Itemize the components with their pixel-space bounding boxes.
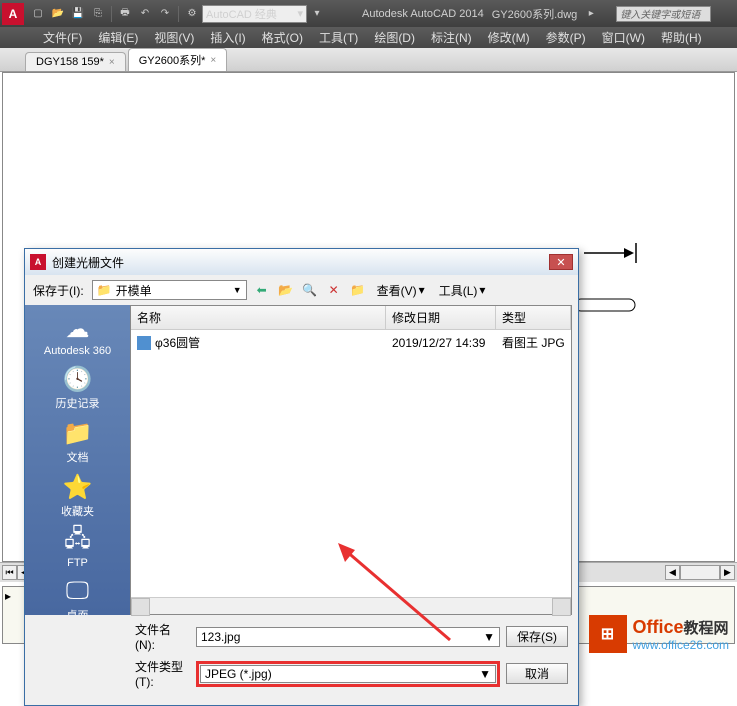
menu-file[interactable]: 文件(F): [35, 29, 90, 46]
menu-parametric[interactable]: 参数(P): [538, 29, 594, 46]
save-button[interactable]: 保存(S): [506, 626, 568, 647]
sidebar-item-favorites[interactable]: ⭐ 收藏夹: [29, 469, 126, 521]
column-name[interactable]: 名称: [131, 306, 386, 329]
tools-button[interactable]: 工具(L) ▾: [435, 281, 490, 300]
command-icon: ▸: [5, 589, 21, 605]
column-type[interactable]: 类型: [496, 306, 571, 329]
drawing-arrow-shape: [584, 243, 639, 263]
tab-close-icon[interactable]: ×: [109, 57, 115, 68]
watermark-url: www.office26.com: [633, 638, 730, 652]
chevron-down-icon: ▼: [483, 630, 495, 644]
dialog-close-button[interactable]: ✕: [549, 254, 573, 270]
menu-dimension[interactable]: 标注(N): [423, 29, 480, 46]
menu-format[interactable]: 格式(O): [254, 29, 311, 46]
chevron-down-icon: ▾: [419, 283, 425, 297]
chevron-down-icon: ▾: [479, 283, 485, 297]
delete-button[interactable]: ✕: [325, 281, 343, 299]
jpg-file-icon: [137, 336, 151, 350]
office-logo-icon: ⊞: [589, 615, 627, 653]
workspace-selector[interactable]: AutoCAD 经典 ▾: [202, 5, 307, 23]
app-icon[interactable]: A: [2, 3, 24, 25]
doc-filename: GY2600系列.dwg: [492, 6, 578, 22]
folder-selector[interactable]: 📁 开模单 ▼: [92, 280, 247, 300]
filename-input[interactable]: 123.jpg ▼: [196, 627, 500, 647]
scroll-thumb[interactable]: [680, 565, 720, 580]
scroll-right-button[interactable]: ▶: [720, 565, 735, 580]
menu-insert[interactable]: 插入(I): [202, 29, 253, 46]
filetype-selector[interactable]: JPEG (*.jpg) ▼: [200, 665, 496, 683]
help-search-input[interactable]: 键入关键字或短语: [616, 6, 711, 22]
horizontal-scrollbar[interactable]: [131, 597, 571, 614]
qat-saveas-icon[interactable]: ⎘: [90, 6, 106, 22]
cloud-icon: ☁: [62, 313, 94, 345]
menu-modify[interactable]: 修改(M): [480, 29, 538, 46]
scroll-left-button[interactable]: ◀: [665, 565, 680, 580]
dialog-app-icon: A: [30, 254, 46, 270]
sidebar-item-history[interactable]: 🕓 历史记录: [29, 361, 126, 413]
chevron-down-icon: ▾: [297, 7, 303, 20]
dialog-titlebar[interactable]: A 创建光栅文件 ✕: [25, 249, 578, 275]
title-dropdown-icon[interactable]: ▸: [583, 6, 599, 22]
dialog-title: 创建光栅文件: [52, 254, 124, 271]
sidebar-item-documents[interactable]: 📁 文档: [29, 415, 126, 467]
titlebar: A ▢ 📂 💾 ⎘ 🖶 ↶ ↷ ⚙ AutoCAD 经典 ▾ ▾ Autodes…: [0, 0, 737, 27]
menu-help[interactable]: 帮助(H): [653, 29, 710, 46]
history-icon: 🕓: [62, 363, 94, 395]
qat-redo-icon[interactable]: ↷: [157, 6, 173, 22]
desktop-icon: 🖵: [62, 575, 94, 607]
file-list[interactable]: 名称 修改日期 类型 φ36圆管 2019/12/27 14:39 看图王 JP…: [130, 305, 572, 615]
menu-tools[interactable]: 工具(T): [311, 29, 366, 46]
new-folder-button[interactable]: 📁: [349, 281, 367, 299]
view-button[interactable]: 查看(V) ▾: [373, 281, 429, 300]
file-row[interactable]: φ36圆管 2019/12/27 14:39 看图王 JPG: [131, 330, 571, 355]
qat-gear-icon[interactable]: ⚙: [184, 6, 200, 22]
qat-undo-icon[interactable]: ↶: [137, 6, 153, 22]
filetype-label: 文件类型(T):: [135, 658, 190, 689]
save-in-label: 保存于(I):: [33, 282, 84, 299]
dialog-footer: 文件名(N): 123.jpg ▼ 保存(S) 文件类型(T): JPEG (*…: [25, 615, 578, 705]
folder-icon: 📁: [97, 283, 112, 297]
places-sidebar: ☁ Autodesk 360 🕓 历史记录 📁 文档 ⭐ 收藏夹 🖧: [25, 305, 130, 615]
drawing-canvas[interactable]: A 创建光栅文件 ✕ 保存于(I): 📁 开模单 ▼ ⬅ 📂 🔍 ✕ 📁 查看(…: [2, 72, 735, 562]
app-title: Autodesk AutoCAD 2014: [362, 8, 484, 20]
tab-first-button[interactable]: ⏮: [2, 565, 17, 580]
folder-icon: 📁: [62, 417, 94, 449]
menu-view[interactable]: 视图(V): [146, 29, 202, 46]
qat-dropdown-icon[interactable]: ▾: [309, 6, 325, 22]
file-list-header: 名称 修改日期 类型: [131, 306, 571, 330]
menu-draw[interactable]: 绘图(D): [366, 29, 423, 46]
watermark: ⊞ Office教程网 www.office26.com: [589, 615, 730, 653]
sidebar-item-desktop[interactable]: 🖵 桌面: [29, 573, 126, 615]
qat-print-icon[interactable]: 🖶: [117, 6, 133, 22]
sidebar-item-ftp[interactable]: 🖧 FTP: [29, 523, 126, 571]
qat-new-icon[interactable]: ▢: [30, 6, 46, 22]
menu-edit[interactable]: 编辑(E): [90, 29, 146, 46]
dialog-toolbar: 保存于(I): 📁 开模单 ▼ ⬅ 📂 🔍 ✕ 📁 查看(V) ▾ 工具(L) …: [25, 275, 578, 305]
up-folder-button[interactable]: 📂: [277, 281, 295, 299]
search-icon[interactable]: 🔍: [301, 281, 319, 299]
filetype-highlight: JPEG (*.jpg) ▼: [196, 661, 500, 687]
qat-save-icon[interactable]: 💾: [70, 6, 86, 22]
star-icon: ⭐: [62, 471, 94, 503]
qat-open-icon[interactable]: 📂: [50, 6, 66, 22]
chevron-down-icon: ▼: [233, 285, 242, 295]
menubar: 文件(F) 编辑(E) 视图(V) 插入(I) 格式(O) 工具(T) 绘图(D…: [0, 27, 737, 48]
workspace-label: AutoCAD 经典: [206, 6, 277, 22]
document-tabs: DGY158 159* × GY2600系列* ×: [0, 48, 737, 72]
tab-close-icon[interactable]: ×: [210, 55, 216, 66]
chevron-down-icon: ▼: [479, 667, 491, 681]
drawing-rounded-shape: [574, 298, 639, 318]
menu-window[interactable]: 窗口(W): [594, 29, 653, 46]
back-button[interactable]: ⬅: [253, 281, 271, 299]
sidebar-item-autodesk360[interactable]: ☁ Autodesk 360: [29, 311, 126, 359]
ftp-icon: 🖧: [62, 525, 94, 557]
doc-tab[interactable]: GY2600系列* ×: [128, 48, 228, 71]
filename-label: 文件名(N):: [135, 621, 190, 652]
cancel-button[interactable]: 取消: [506, 663, 568, 684]
column-date[interactable]: 修改日期: [386, 306, 496, 329]
save-dialog: A 创建光栅文件 ✕ 保存于(I): 📁 开模单 ▼ ⬅ 📂 🔍 ✕ 📁 查看(…: [24, 248, 579, 706]
doc-tab[interactable]: DGY158 159* ×: [25, 52, 126, 71]
